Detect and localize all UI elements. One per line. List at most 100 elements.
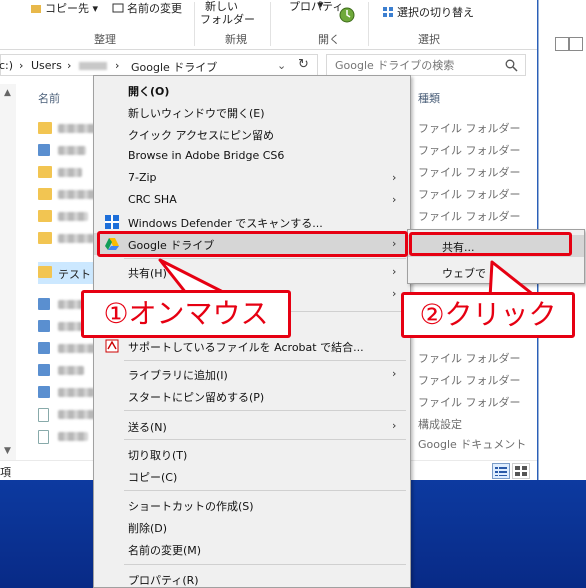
address-dropdown-icon[interactable]: ⌄	[277, 59, 286, 72]
context-menu-item[interactable]: 新しいウィンドウで開く(E)	[94, 101, 410, 123]
properties-dropdown[interactable]: ▾	[318, 0, 324, 11]
context-menu-item[interactable]: 共有(H) ›	[94, 261, 410, 283]
ribbon-divider	[270, 2, 271, 46]
search-icon[interactable]	[505, 59, 518, 72]
copy-to-button[interactable]: コピー先 ▾	[30, 0, 98, 16]
file-name-blurred	[58, 146, 86, 155]
acrobat-icon	[105, 339, 119, 353]
file-name-blurred	[58, 432, 88, 441]
refresh-icon[interactable]: ↻	[298, 57, 309, 72]
document-icon	[38, 430, 49, 444]
context-menu-item[interactable]: サポートしているファイルを Acrobat で結合...	[94, 335, 410, 357]
context-menu-item[interactable]: ライブラリに追加(I) ›	[94, 363, 410, 385]
column-type-header[interactable]: 種類	[418, 90, 440, 106]
checkbox-icon	[569, 37, 583, 51]
breadcrumb-users[interactable]: Users	[31, 59, 62, 72]
context-menu-item-label: サポートしているファイルを Acrobat で結合...	[128, 341, 364, 354]
context-menu-item-label: プロパティ(R)	[128, 574, 199, 587]
context-menu-item[interactable]: 7-Zip ›	[94, 167, 410, 189]
file-type-cell: ファイル フォルダー	[418, 374, 521, 387]
file-name-blurred	[58, 212, 88, 221]
context-menu-item[interactable]: スタートにピン留めする(P)	[94, 385, 410, 407]
context-menu-item[interactable]: 開く(O)	[94, 79, 410, 101]
ribbon: コピー先 ▾ 名前の変更 新しい フォルダー プロパティ ▾ 選択の切り替え 整…	[0, 0, 537, 50]
context-menu-item[interactable]: 名前の変更(M)	[94, 538, 410, 560]
file-type-cell: ファイル フォルダー	[418, 144, 521, 157]
details-view-button[interactable]	[492, 463, 510, 479]
group-label-organize: 整理	[94, 33, 116, 46]
invert-selection-button[interactable]: 選択の切り替え	[382, 4, 474, 20]
context-menu-item[interactable]: CRC SHA ›	[94, 189, 410, 211]
address-bar[interactable]: c:) › Users › › Google ドライブ ⌄	[0, 54, 318, 76]
highlight-google-drive	[97, 231, 408, 257]
shield-icon	[105, 215, 119, 229]
context-menu-item[interactable]: 切り取り(T)	[94, 443, 410, 465]
large-icons-view-button[interactable]	[512, 463, 530, 479]
folder-icon	[38, 210, 52, 222]
file-name-blurred	[58, 410, 98, 419]
context-menu-item[interactable]: コピー(C)	[94, 465, 410, 487]
contact-icon	[38, 144, 50, 156]
breadcrumb-separator: ›	[19, 59, 24, 72]
menu-separator	[124, 490, 406, 491]
context-menu-item[interactable]: クイック アクセスにピン留め	[94, 123, 410, 145]
column-name-header[interactable]: 名前	[38, 90, 60, 106]
folder-icon	[38, 232, 52, 244]
file-name-blurred	[58, 190, 98, 199]
context-menu-item-label: 名前の変更(M)	[128, 544, 202, 557]
file-type-cell: ファイル フォルダー	[418, 122, 521, 135]
file-type-cell: ファイル フォルダー	[418, 166, 521, 179]
breadcrumb-drive[interactable]: c:)	[0, 59, 13, 72]
context-menu-item-label: Browse in Adobe Bridge CS6	[128, 149, 285, 162]
context-menu-item-label: 新しいウィンドウで開く(E)	[128, 107, 265, 120]
search-box	[326, 54, 526, 76]
breadcrumb-username-blurred[interactable]	[79, 62, 107, 70]
context-menu-item[interactable]: 送る(N) ›	[94, 415, 410, 437]
contact-icon	[38, 386, 50, 398]
contact-icon	[38, 342, 50, 354]
context-menu-item[interactable]: Browse in Adobe Bridge CS6	[94, 145, 410, 167]
file-name-blurred	[58, 124, 98, 133]
properties-button[interactable]: プロパティ	[289, 0, 343, 14]
menu-separator	[124, 410, 406, 411]
chevron-right-icon: ›	[392, 367, 397, 380]
history-icon[interactable]	[338, 6, 356, 24]
breadcrumb-separator: ›	[67, 59, 72, 72]
group-label-select: 選択	[418, 33, 440, 46]
context-menu-item[interactable]: Windows Defender でスキャンする...	[94, 211, 410, 233]
context-menu-item-label: CRC SHA	[128, 193, 177, 206]
breadcrumb-current[interactable]: Google ドライブ	[131, 59, 217, 75]
file-name: テスト	[58, 268, 91, 281]
breadcrumb-separator: ›	[115, 59, 120, 72]
scroll-down-icon[interactable]: ▼	[4, 446, 11, 456]
context-menu-item-label: 切り取り(T)	[128, 449, 188, 462]
large-icons-view-icon	[515, 466, 527, 476]
context-menu-item-label: ライブラリに追加(I)	[128, 369, 228, 382]
chevron-right-icon: ›	[392, 171, 397, 184]
context-menu-item[interactable]: プロパティ(R)	[94, 568, 410, 588]
file-name-blurred	[58, 234, 94, 243]
ribbon-divider	[194, 2, 195, 46]
menu-separator	[124, 564, 406, 565]
file-type-cell: 構成設定	[418, 418, 462, 431]
folder-icon	[38, 188, 52, 200]
scroll-up-icon[interactable]: ▲	[4, 88, 11, 98]
callout-mouseover: ①オンマウス	[81, 290, 291, 338]
chevron-right-icon: ›	[392, 193, 397, 206]
search-input[interactable]	[327, 55, 497, 75]
document-icon	[38, 408, 49, 422]
context-menu-item[interactable]: ショートカットの作成(S)	[94, 494, 410, 516]
context-menu-item-label: 削除(D)	[128, 522, 168, 535]
file-type-cell: ファイル フォルダー	[418, 352, 521, 365]
navigation-pane[interactable]: ▲ ▼	[0, 84, 16, 464]
new-folder-button-line2[interactable]: フォルダー	[200, 11, 255, 27]
file-type-cell: ファイル フォルダー	[418, 396, 521, 409]
context-menu-item[interactable]: 削除(D)	[94, 516, 410, 538]
context-menu-item-label: ショートカットの作成(S)	[128, 500, 254, 513]
file-type-cell: Google ドキュメント	[418, 438, 527, 451]
context-menu-item-label: スタートにピン留めする(P)	[128, 391, 265, 404]
contact-icon	[38, 320, 50, 332]
rename-button[interactable]: 名前の変更	[112, 0, 182, 16]
file-name-blurred	[58, 366, 84, 375]
status-text: 項	[0, 466, 11, 479]
